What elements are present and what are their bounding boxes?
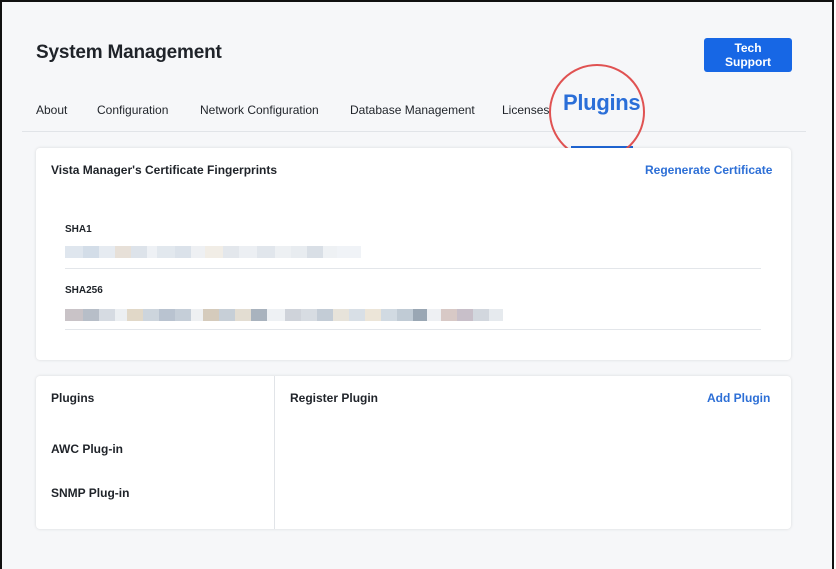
- tab-licenses[interactable]: Licenses: [502, 103, 549, 117]
- sha256-value-redacted: [65, 309, 503, 321]
- sha1-label: SHA1: [65, 224, 92, 235]
- register-plugin-title: Register Plugin: [290, 391, 379, 405]
- annotation-circle: [549, 64, 645, 160]
- sha1-value-redacted: [65, 246, 361, 258]
- page-title: System Management: [36, 42, 222, 63]
- plugin-item-snmp[interactable]: SNMP Plug-in: [51, 486, 129, 500]
- tab-database-management[interactable]: Database Management: [350, 103, 475, 117]
- plugins-list-panel: Plugins AWC Plug-in SNMP Plug-in: [36, 376, 275, 529]
- certificate-title: Vista Manager's Certificate Fingerprints: [51, 163, 278, 177]
- tab-bar: About Configuration Network Configuratio…: [2, 90, 806, 132]
- regenerate-certificate-link[interactable]: Regenerate Certificate: [645, 163, 772, 177]
- plugins-panel-title: Plugins: [51, 391, 95, 405]
- tab-configuration[interactable]: Configuration: [97, 103, 168, 117]
- plugins-card: Plugins AWC Plug-in SNMP Plug-in Registe…: [36, 376, 791, 529]
- sha256-divider: [65, 329, 761, 330]
- tab-about[interactable]: About: [36, 103, 67, 117]
- add-plugin-link[interactable]: Add Plugin: [707, 391, 770, 405]
- sha256-label: SHA256: [65, 285, 103, 296]
- sha1-divider: [65, 268, 761, 269]
- tech-support-button[interactable]: Tech Support: [704, 38, 792, 72]
- tabs-divider: [22, 131, 806, 132]
- plugin-item-awc[interactable]: AWC Plug-in: [51, 442, 123, 456]
- tab-network-configuration[interactable]: Network Configuration: [200, 103, 319, 117]
- certificate-card: Vista Manager's Certificate Fingerprints…: [36, 148, 791, 360]
- app-window: System Management Tech Support About Con…: [0, 0, 834, 569]
